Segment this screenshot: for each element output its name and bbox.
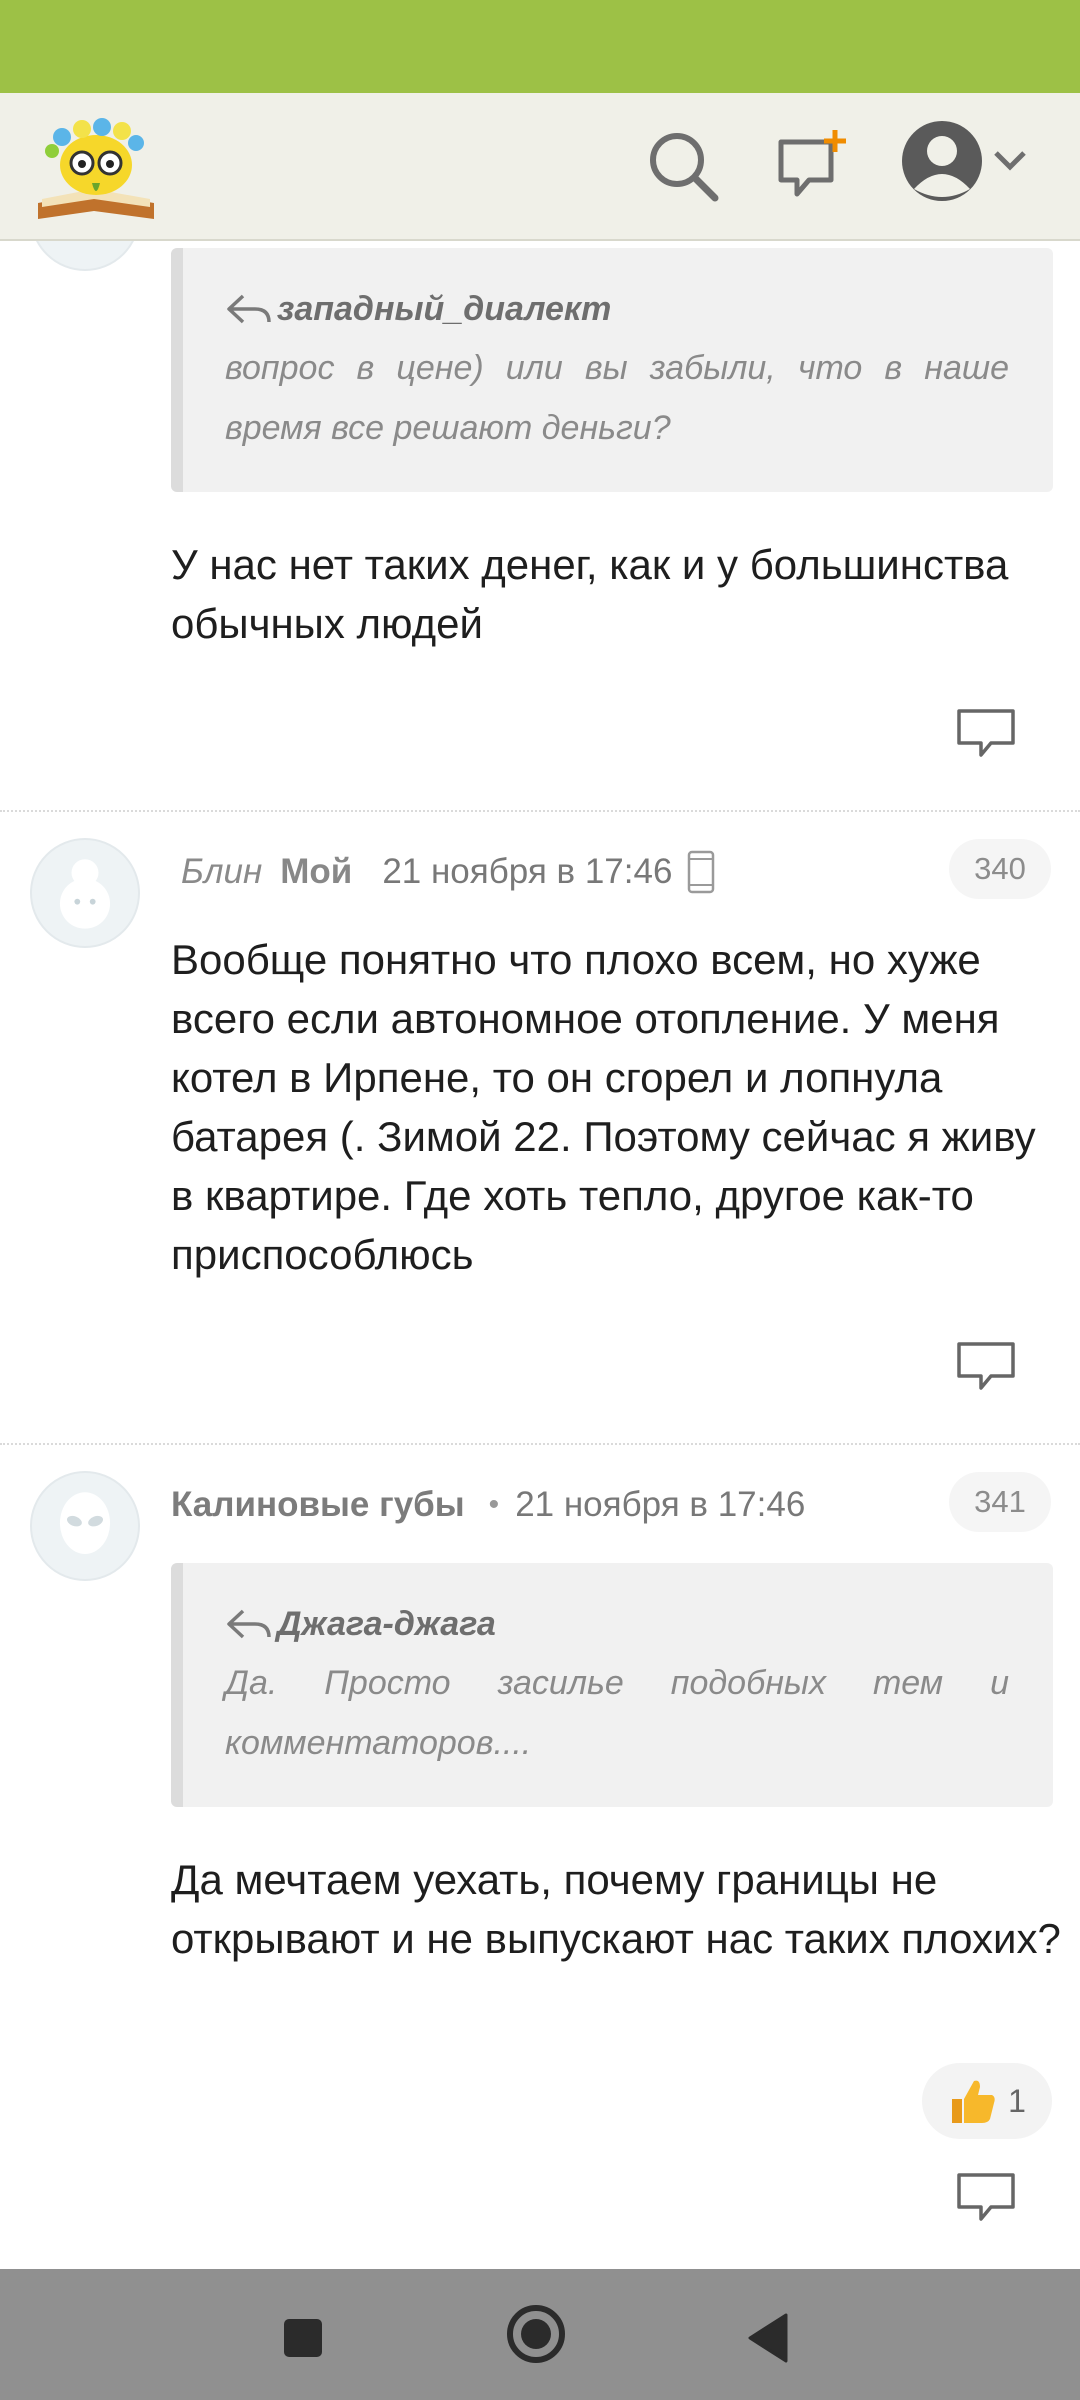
author-name[interactable]: Калиновые губы bbox=[171, 1485, 465, 1525]
comment-reply-icon[interactable] bbox=[955, 2169, 1017, 2225]
comment-date[interactable]: 21 ноября в 17:46 bbox=[382, 852, 672, 892]
mobile-phone-icon bbox=[688, 850, 715, 894]
quoted-comment[interactable]: западный_диалект вопрос в цене) или вы з… bbox=[171, 248, 1053, 492]
comments-feed: западный_диалект вопрос в цене) или вы з… bbox=[0, 241, 1080, 2269]
like-button[interactable]: 1 bbox=[922, 2063, 1052, 2139]
avatar[interactable] bbox=[30, 838, 140, 948]
home-icon[interactable] bbox=[505, 2303, 567, 2365]
avatar[interactable] bbox=[30, 1471, 140, 1581]
comment-number[interactable]: 341 bbox=[949, 1472, 1051, 1532]
author-nickname[interactable]: Мой bbox=[280, 852, 352, 892]
comment-text: Вообще понятно что плохо всем, но хуже в… bbox=[171, 936, 1036, 1278]
avatar[interactable] bbox=[30, 241, 140, 271]
back-icon[interactable] bbox=[746, 2313, 790, 2363]
user-avatar-icon[interactable] bbox=[900, 119, 984, 203]
new-message-icon[interactable] bbox=[775, 128, 851, 204]
comment-reply-icon[interactable] bbox=[955, 705, 1017, 761]
comment-meta: Блин Мой 21 ноября в 17:46 bbox=[171, 842, 716, 902]
quote-author: Джага-джага bbox=[277, 1604, 496, 1643]
comment-divider bbox=[0, 1443, 1080, 1445]
status-bar bbox=[0, 0, 1080, 93]
author-name[interactable]: Блин bbox=[181, 852, 262, 892]
quote-text: вопрос в цене) или вы забыли, что в наше… bbox=[225, 349, 1009, 447]
meta-separator: • bbox=[488, 1488, 500, 1521]
recent-apps-icon[interactable] bbox=[284, 2319, 322, 2357]
comment-text: Да мечтаем уехать, почему границы не отк… bbox=[171, 1856, 1061, 1962]
quote-reply-arrow-icon bbox=[227, 294, 271, 324]
comment-date[interactable]: 21 ноября в 17:46 bbox=[515, 1485, 805, 1525]
site-logo[interactable] bbox=[34, 107, 158, 227]
app-header bbox=[0, 93, 1080, 241]
quote-reply-arrow-icon bbox=[227, 1609, 271, 1639]
search-icon[interactable] bbox=[645, 128, 721, 204]
chevron-down-icon[interactable] bbox=[990, 145, 1030, 175]
system-nav-bar bbox=[0, 2269, 1080, 2400]
quote-text: Да. Просто засилье подобных тем и коммен… bbox=[225, 1664, 1009, 1762]
thumbs-up-icon bbox=[952, 2080, 995, 2123]
like-count: 1 bbox=[1008, 2082, 1026, 2119]
quoted-comment[interactable]: Джага-джага Да. Просто засилье подобных … bbox=[171, 1563, 1053, 1807]
comment-divider bbox=[0, 810, 1080, 812]
comment-reply-icon[interactable] bbox=[955, 1338, 1017, 1394]
comment-number[interactable]: 340 bbox=[949, 839, 1051, 899]
comment-text: У нас нет таких денег, как и у большинст… bbox=[171, 541, 1009, 647]
quote-author: западный_диалект bbox=[277, 289, 612, 328]
comment-meta: Калиновые губы • 21 ноября в 17:46 bbox=[171, 1475, 805, 1535]
